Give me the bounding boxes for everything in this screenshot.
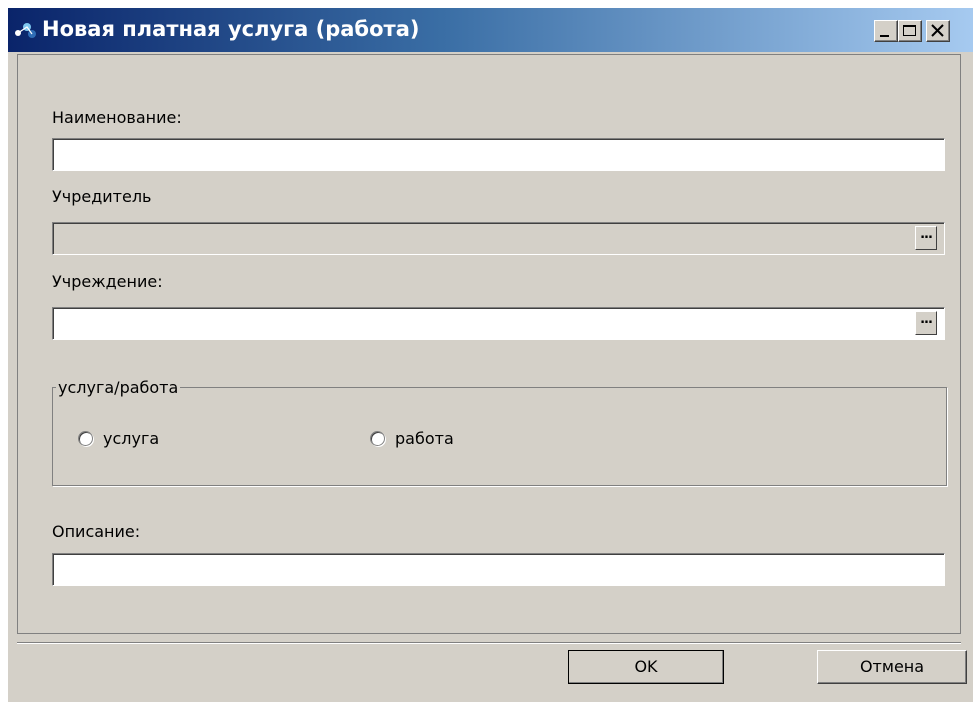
ok-button[interactable]: OK — [568, 650, 724, 684]
close-icon — [931, 24, 944, 37]
founder-browse-button[interactable]: ... — [915, 226, 937, 250]
name-label: Наименование: — [52, 108, 182, 127]
founder-input — [52, 222, 945, 255]
institution-input[interactable] — [52, 307, 945, 340]
radio-service-circle[interactable] — [78, 431, 93, 446]
service-type-group — [52, 387, 947, 486]
founder-label: Учредитель — [52, 187, 152, 206]
radio-work-circle[interactable] — [370, 431, 385, 446]
description-label: Описание: — [52, 522, 141, 541]
radio-service-label: услуга — [103, 429, 160, 448]
institution-browse-button[interactable]: ... — [915, 311, 937, 335]
minimize-button[interactable] — [874, 20, 898, 42]
maximize-button[interactable] — [898, 20, 922, 42]
radio-work-label: работа — [395, 429, 454, 448]
name-input[interactable] — [52, 138, 945, 171]
service-type-group-title: услуга/работа — [56, 378, 181, 397]
cancel-button[interactable]: Отмена — [817, 650, 967, 684]
radio-service[interactable]: услуга — [78, 429, 159, 448]
close-button[interactable] — [926, 20, 950, 42]
description-input[interactable] — [52, 553, 945, 586]
title-bar[interactable]: Новая платная услуга (работа) — [8, 8, 973, 52]
app-icon — [15, 23, 36, 38]
radio-work[interactable]: работа — [370, 429, 454, 448]
maximize-icon — [903, 25, 916, 36]
minimize-icon — [880, 35, 889, 37]
button-separator — [17, 642, 961, 644]
institution-label: Учреждение: — [52, 272, 163, 291]
window-title: Новая платная услуга (работа) — [42, 17, 420, 41]
